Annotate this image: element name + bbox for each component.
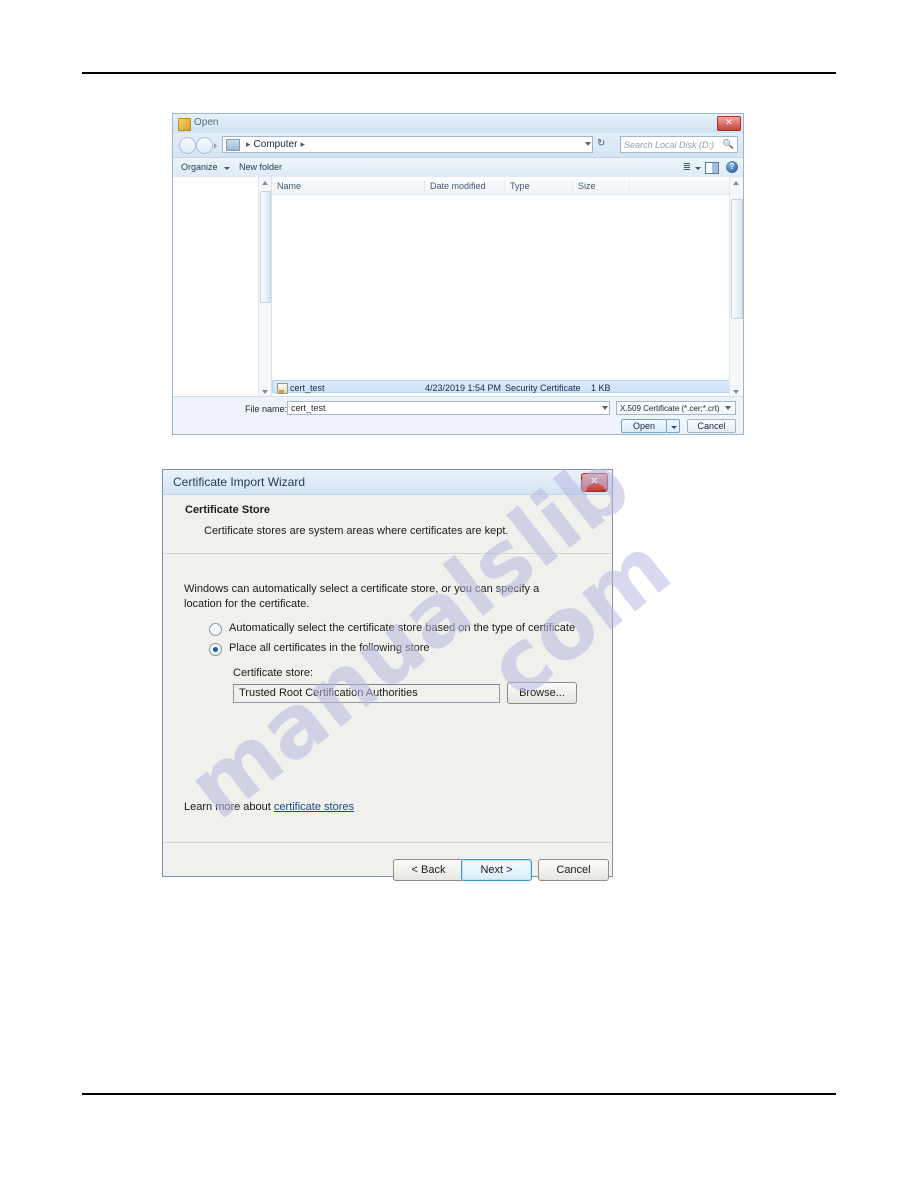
certificate-store-label: Certificate store: — [233, 667, 314, 679]
refresh-icon[interactable]: ↻ — [597, 138, 605, 149]
certificate-import-wizard: Certificate Import Wizard ✕ Certificate … — [162, 469, 613, 881]
help-icon[interactable]: ? — [726, 161, 738, 173]
breadcrumb-separator-leading: ▸ — [246, 139, 251, 149]
column-header-date-modified[interactable]: Date modified — [424, 181, 505, 191]
page-subtitle: Certificate stores are system areas wher… — [204, 525, 509, 537]
radio-auto-select-store[interactable]: Automatically select the certificate sto… — [209, 622, 575, 636]
open-button[interactable]: Open — [621, 419, 667, 433]
new-folder-button[interactable]: New folder — [239, 162, 282, 172]
certificate-stores-link[interactable]: certificate stores — [274, 801, 354, 813]
cell-name: cert_test — [290, 383, 325, 393]
cell-date-modified: 4/23/2019 1:54 PM — [425, 383, 502, 393]
search-placeholder: Search Local Disk (D:) — [624, 139, 715, 150]
open-dialog-titlebar: Open — [173, 114, 743, 133]
cell-size: 1 KB — [591, 383, 611, 393]
computer-icon — [226, 138, 240, 151]
cancel-button[interactable]: Cancel — [687, 419, 736, 433]
file-type-select[interactable]: X.509 Certificate (*.cer;*.crt) — [616, 401, 736, 415]
wizard-header: Certificate Store Certificate stores are… — [163, 495, 612, 554]
list-view-icon[interactable]: ≣ — [683, 162, 691, 173]
command-bar: Organize New folder ≣ ? — [173, 158, 743, 178]
file-name-label: File name: — [245, 404, 288, 414]
browse-button[interactable]: Browse... — [507, 682, 577, 704]
open-file-dialog: Open ▸ Computer ▸ ↻ Search Local Disk (D… — [172, 113, 744, 435]
file-name-input[interactable]: cert_test — [287, 401, 610, 415]
certificate-store-input[interactable]: Trusted Root Certification Authorities — [233, 684, 500, 703]
organize-button[interactable]: Organize — [181, 162, 218, 172]
close-icon[interactable]: ✕ — [581, 473, 608, 492]
breadcrumb-item-computer[interactable]: Computer — [254, 139, 298, 150]
file-list-scrollbar[interactable] — [729, 177, 743, 398]
scroll-down-icon[interactable] — [262, 390, 268, 394]
navigation-pane — [173, 177, 272, 398]
navigation-pane-scrollbar[interactable] — [258, 177, 271, 398]
scroll-down-icon[interactable] — [733, 390, 739, 394]
radio-icon[interactable] — [209, 643, 222, 656]
column-header-row: Name Date modified Type Size — [272, 177, 743, 195]
wizard-footer: < Back Next > Cancel — [163, 842, 612, 895]
close-icon[interactable] — [717, 116, 741, 131]
open-dialog-body: Name Date modified Type Size cert_test 4… — [173, 177, 743, 398]
radio-icon[interactable] — [209, 623, 222, 636]
table-row[interactable]: cert_test 4/23/2019 1:54 PM Security Cer… — [272, 380, 730, 394]
column-header-name[interactable]: Name — [272, 181, 427, 191]
open-dialog-title: Open — [194, 117, 219, 128]
folder-icon — [178, 118, 191, 131]
wizard-title: Certificate Import Wizard — [173, 475, 306, 489]
chevron-down-icon[interactable] — [585, 142, 591, 146]
learn-more-prefix: Learn more about — [184, 801, 274, 813]
wizard-titlebar: Certificate Import Wizard ✕ — [163, 470, 612, 495]
intro-text: Windows can automatically select a certi… — [184, 583, 540, 610]
search-input[interactable]: Search Local Disk (D:) 🔍 — [620, 136, 738, 153]
search-icon: 🔍 — [722, 139, 734, 149]
navigation-bar: ▸ Computer ▸ ↻ Search Local Disk (D:) 🔍 — [173, 133, 743, 158]
chevron-down-icon[interactable] — [695, 167, 701, 170]
forward-button[interactable] — [196, 137, 213, 154]
radio-place-in-store-label: Place all certificates in the following … — [229, 642, 430, 654]
radio-auto-select-store-label: Automatically select the certificate sto… — [229, 622, 576, 634]
file-list-pane: Name Date modified Type Size cert_test 4… — [272, 177, 743, 398]
next-button[interactable]: Next > — [461, 859, 532, 881]
breadcrumb-separator-trailing: ▸ — [300, 139, 305, 149]
scroll-up-icon[interactable] — [262, 181, 268, 185]
column-header-size[interactable]: Size — [572, 181, 633, 191]
cancel-button[interactable]: Cancel — [538, 859, 609, 881]
column-header-type[interactable]: Type — [504, 181, 575, 191]
scrollbar-thumb[interactable] — [260, 191, 271, 303]
certificate-file-icon — [277, 383, 288, 394]
recent-locations-icon[interactable] — [214, 143, 217, 149]
back-button[interactable] — [179, 137, 196, 154]
back-button[interactable]: < Back — [393, 859, 464, 881]
file-list: cert_test 4/23/2019 1:54 PM Security Cer… — [272, 194, 730, 398]
wizard-content: Windows can automatically select a certi… — [163, 554, 612, 842]
breadcrumb[interactable]: ▸ Computer ▸ — [222, 136, 593, 153]
page-footer-rule — [82, 1093, 836, 1095]
page-header-rule — [82, 72, 836, 74]
open-button-dropdown[interactable] — [667, 419, 680, 433]
chevron-down-icon[interactable] — [224, 167, 230, 170]
learn-more-row: Learn more about certificate stores — [184, 801, 354, 813]
chevron-down-icon[interactable] — [602, 406, 608, 410]
column-header-blank — [629, 181, 725, 191]
preview-pane-icon[interactable] — [705, 162, 719, 174]
cell-type: Security Certificate — [505, 383, 581, 393]
open-dialog-footer: File name: cert_test X.509 Certificate (… — [173, 396, 743, 434]
chevron-down-icon[interactable] — [725, 406, 731, 410]
window-buttons — [717, 116, 741, 131]
scroll-up-icon[interactable] — [733, 181, 739, 185]
page-title: Certificate Store — [185, 504, 270, 516]
scrollbar-thumb[interactable] — [731, 199, 743, 319]
radio-place-in-store[interactable]: Place all certificates in the following … — [209, 642, 430, 656]
